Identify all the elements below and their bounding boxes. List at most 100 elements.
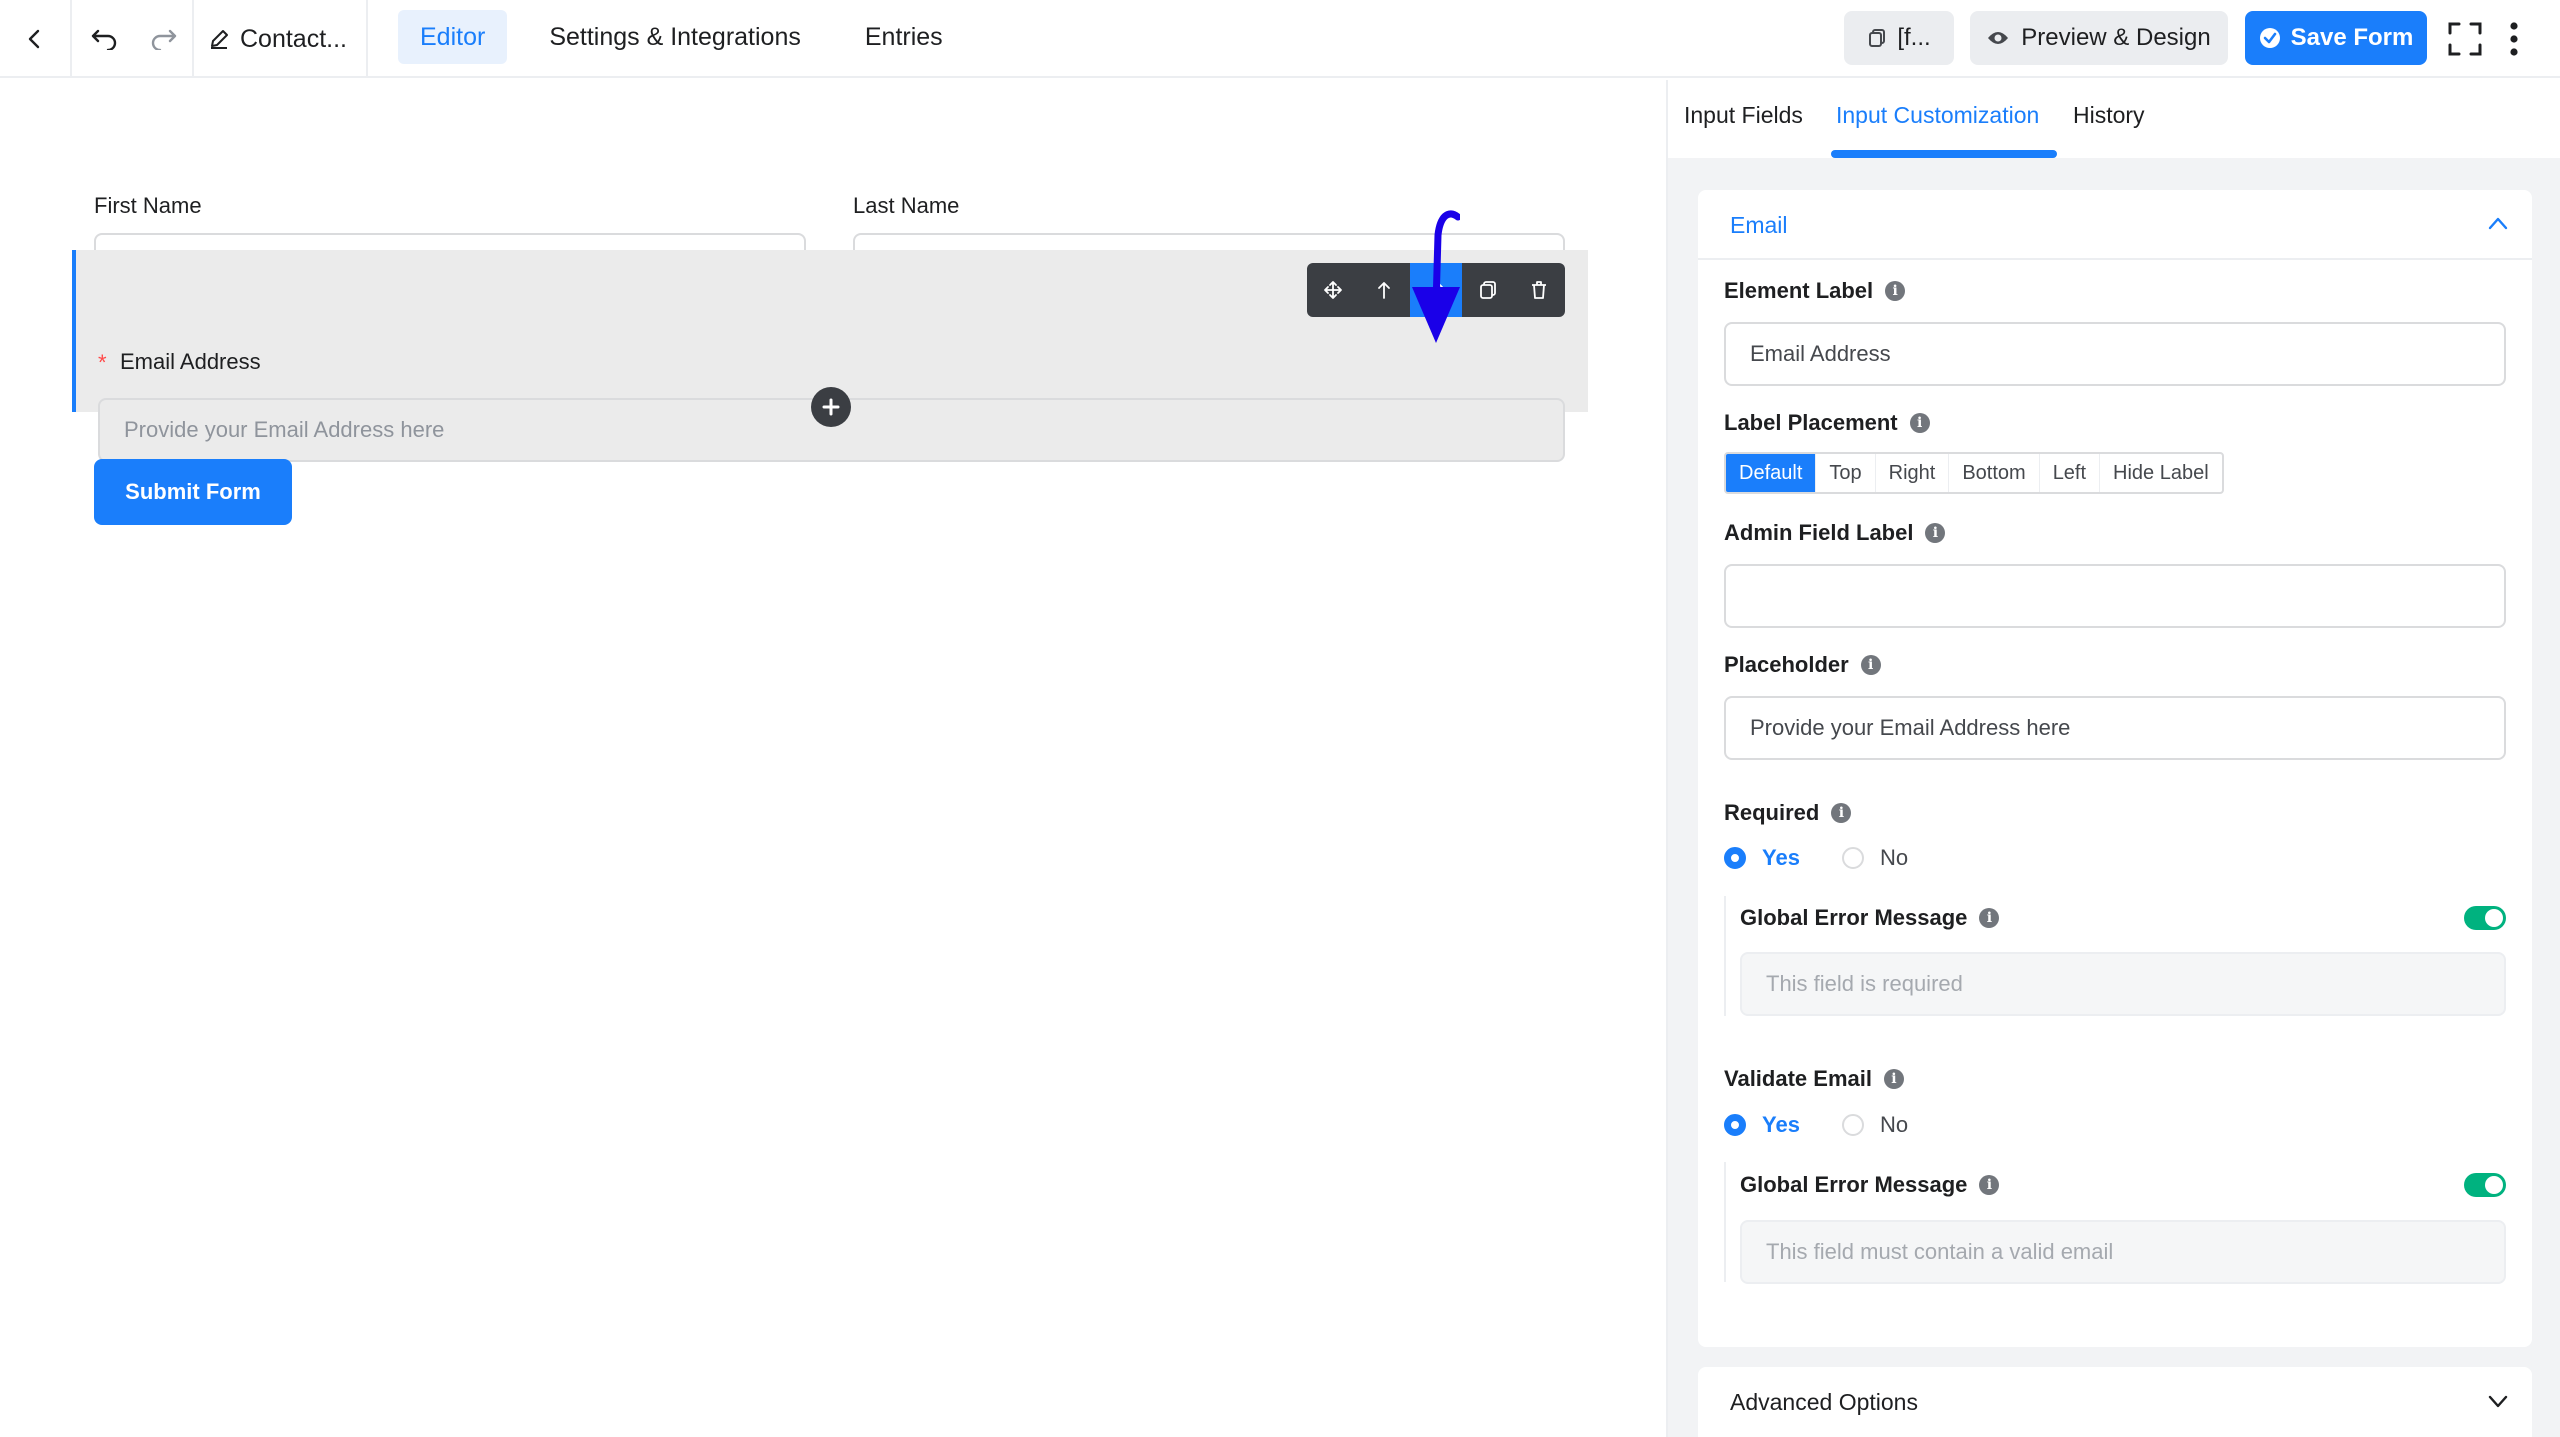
placement-left[interactable]: Left: [2040, 454, 2101, 492]
label-placement-heading: Label Placement i: [1724, 410, 1930, 436]
back-button[interactable]: [0, 0, 70, 78]
validate-email-text: Validate Email: [1724, 1066, 1872, 1091]
chevron-left-icon: [28, 29, 40, 49]
placement-bottom[interactable]: Bottom: [1949, 454, 2040, 492]
check-circle-icon: [2259, 28, 2280, 48]
section-title: Email: [1730, 212, 1788, 238]
email-label: Email Address: [120, 349, 261, 374]
divider: [1724, 1162, 1726, 1282]
info-icon: i: [1909, 413, 1930, 433]
radio-checked-icon: [1724, 847, 1746, 869]
required-no-radio[interactable]: No: [1842, 845, 1908, 871]
tab-input-customization[interactable]: Input Customization: [1836, 102, 2039, 129]
placeholder-input[interactable]: Provide your Email Address here: [1724, 696, 2506, 760]
label-placement-text: Label Placement: [1724, 410, 1898, 435]
validate-error-input[interactable]: This field must contain a valid email: [1740, 1220, 2506, 1284]
validate-error-text: Global Error Message: [1740, 1172, 1968, 1197]
submit-form-button[interactable]: Submit Form: [94, 459, 292, 525]
panel-tabs: Input Fields Input Customization History: [1668, 80, 2560, 158]
save-form-button[interactable]: Save Form: [2245, 11, 2427, 65]
tab-entries[interactable]: Entries: [843, 10, 965, 64]
divider: [1724, 896, 1726, 1016]
active-tab-indicator: [1831, 150, 2057, 158]
validate-error-toggle[interactable]: [2464, 1173, 2506, 1197]
radio-unchecked-icon: [1842, 1114, 1864, 1136]
redo-icon: [151, 29, 177, 50]
email-section-header[interactable]: Email: [1698, 190, 2532, 260]
info-icon: i: [1831, 803, 1852, 823]
copy-icon: [1869, 29, 1886, 47]
shortcode-button[interactable]: [f...: [1844, 11, 1954, 65]
info-icon: i: [1883, 1069, 1904, 1089]
required-asterisk: *: [98, 350, 107, 375]
copy-icon: [1479, 281, 1496, 299]
fullscreen-icon: [2448, 22, 2482, 56]
chevron-up-icon: [2488, 217, 2508, 230]
placement-top[interactable]: Top: [1816, 454, 1876, 492]
tab-input-fields[interactable]: Input Fields: [1684, 102, 1803, 129]
required-error-toggle[interactable]: [2464, 906, 2506, 930]
advanced-options-title: Advanced Options: [1730, 1389, 1918, 1415]
admin-field-label-heading: Admin Field Label i: [1724, 520, 1946, 546]
tab-settings-integrations[interactable]: Settings & Integrations: [527, 10, 823, 64]
form-title[interactable]: Contact...: [208, 0, 347, 78]
validate-yes-radio[interactable]: Yes: [1724, 1112, 1800, 1138]
radio-unchecked-icon: [1842, 847, 1864, 869]
tab-editor[interactable]: Editor: [398, 10, 508, 64]
settings-panel: Input Fields Input Customization History…: [1666, 80, 2560, 1437]
element-label-input[interactable]: Email Address: [1724, 322, 2506, 386]
required-no-label: No: [1880, 845, 1909, 870]
pencil-icon: [211, 30, 228, 49]
required-yes-radio[interactable]: Yes: [1724, 845, 1800, 871]
admin-field-label-input[interactable]: [1724, 564, 2506, 628]
info-icon: i: [1885, 281, 1906, 301]
required-error-heading: Global Error Message i: [1740, 905, 2000, 931]
validate-email-heading: Validate Email i: [1724, 1066, 1904, 1092]
plus-icon: [822, 398, 840, 416]
validate-yes-label: Yes: [1762, 1112, 1800, 1137]
label-placement-options: Default Top Right Bottom Left Hide Label: [1724, 452, 2224, 494]
placement-right[interactable]: Right: [1876, 454, 1950, 492]
element-label-heading: Element Label i: [1724, 278, 1906, 304]
validate-no-label: No: [1880, 1112, 1909, 1137]
tab-history[interactable]: History: [2073, 102, 2145, 129]
save-label: Save Form: [2290, 24, 2414, 51]
placeholder-text: Placeholder: [1724, 652, 1849, 677]
move-icon: [1323, 281, 1342, 299]
fullscreen-button[interactable]: [2440, 0, 2490, 78]
duplicate-field-button[interactable]: [1462, 263, 1514, 317]
redo-button[interactable]: [136, 0, 192, 78]
preview-label: Preview & Design: [2021, 24, 2211, 51]
required-error-text: Global Error Message: [1740, 905, 1968, 930]
eye-icon: [1988, 32, 2009, 44]
admin-field-label-text: Admin Field Label: [1724, 520, 1914, 545]
move-button[interactable]: [1307, 263, 1359, 317]
email-settings-card: Email Element Label i Email Address Labe…: [1698, 190, 2532, 1347]
radio-checked-icon: [1724, 1114, 1746, 1136]
required-text: Required: [1724, 800, 1820, 825]
chevron-down-icon: [2488, 1395, 2508, 1408]
info-icon: i: [1979, 908, 2000, 928]
placeholder-heading: Placeholder i: [1724, 652, 1881, 678]
more-options-button[interactable]: [2496, 0, 2532, 78]
first-name-label: First Name: [94, 193, 202, 218]
annotation-arrow-icon: [1412, 210, 1460, 343]
required-yes-label: Yes: [1762, 845, 1800, 870]
info-icon: i: [1979, 1175, 2000, 1195]
info-icon: i: [1860, 655, 1881, 675]
validate-no-radio[interactable]: No: [1842, 1112, 1908, 1138]
trash-icon: [1532, 281, 1547, 299]
advanced-options-header[interactable]: Advanced Options: [1698, 1367, 2532, 1437]
element-label-text: Element Label: [1724, 278, 1874, 303]
placement-default[interactable]: Default: [1726, 454, 1817, 492]
editor-tabs: Editor Settings & Integrations Entries: [398, 10, 965, 68]
required-error-input[interactable]: This field is required: [1740, 952, 2506, 1016]
delete-field-button[interactable]: [1513, 263, 1565, 317]
top-toolbar: Contact... Editor Settings & Integration…: [0, 0, 2560, 78]
add-field-button[interactable]: [811, 387, 851, 427]
preview-design-button[interactable]: Preview & Design: [1970, 11, 2228, 65]
last-name-label: Last Name: [853, 193, 960, 218]
undo-button[interactable]: [72, 0, 136, 78]
more-vertical-icon: [2510, 22, 2518, 56]
placement-hide-label[interactable]: Hide Label: [2100, 454, 2222, 492]
